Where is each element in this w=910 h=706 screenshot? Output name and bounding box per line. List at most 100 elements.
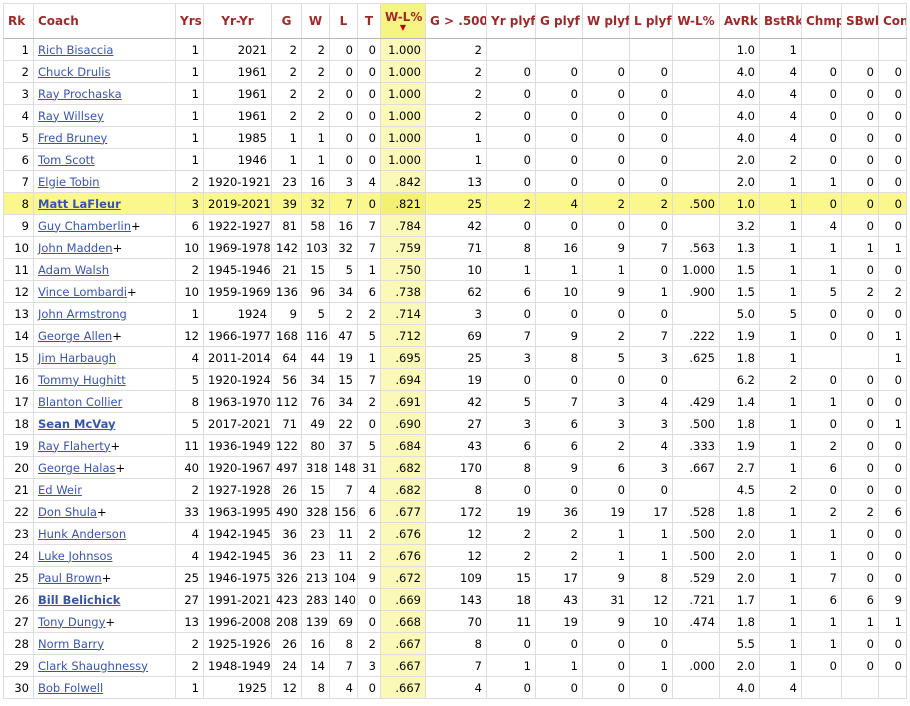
w-plyf-cell: 9: [582, 566, 630, 589]
plyf-wl-pct-cell: .721: [672, 588, 720, 611]
g-plyf-cell: 0: [535, 148, 583, 171]
yr-yr-cell: 1969-1978: [203, 236, 272, 259]
chmp-cell: [801, 346, 842, 369]
coach-link[interactable]: John Armstrong: [38, 307, 127, 321]
l-cell: 7: [329, 654, 358, 677]
col-header-wl-pct[interactable]: W-L% ▼: [380, 3, 426, 39]
coach-link[interactable]: Sean McVay: [38, 417, 115, 431]
sbwl-cell: 0: [841, 60, 879, 83]
coach-link[interactable]: Bob Folwell: [38, 681, 103, 695]
col-header-l-plyf[interactable]: L plyf: [629, 3, 673, 39]
rank-cell: 17: [3, 390, 34, 413]
coach-cell: George Allen+: [33, 324, 176, 347]
w-cell: 23: [301, 522, 330, 545]
plyf-wl-pct-cell: .529: [672, 566, 720, 589]
col-header-avrk[interactable]: AvRk: [719, 3, 760, 39]
l-cell: 7: [329, 192, 358, 215]
coach-link[interactable]: Bill Belichick: [38, 593, 120, 607]
coach-link[interactable]: Ray Willsey: [38, 109, 104, 123]
col-header-yrs[interactable]: Yrs: [175, 3, 204, 39]
col-header-chmp[interactable]: Chmp: [801, 3, 842, 39]
coach-link[interactable]: Luke Johnsos: [38, 549, 113, 563]
bstrk-cell: 4: [759, 60, 802, 83]
col-header-g-plyf[interactable]: G plyf: [535, 3, 583, 39]
coach-link[interactable]: Paul Brown: [38, 571, 102, 585]
col-header-w-plyf[interactable]: W plyf: [582, 3, 630, 39]
yrs-cell: 5: [175, 412, 204, 435]
col-header-sbwl[interactable]: SBwl: [841, 3, 879, 39]
l-plyf-cell: 1: [629, 522, 673, 545]
coach-link[interactable]: Tommy Hughitt: [38, 373, 126, 387]
coach-link[interactable]: Chuck Drulis: [38, 65, 111, 79]
l-cell: 0: [329, 104, 358, 127]
bstrk-cell: 1: [759, 280, 802, 303]
col-header-bstrk[interactable]: BstRk: [759, 3, 802, 39]
coach-link[interactable]: Adam Walsh: [38, 263, 109, 277]
col-header-t[interactable]: T: [357, 3, 381, 39]
conf-cell: 1: [878, 610, 907, 633]
coach-cell: Adam Walsh: [33, 258, 176, 281]
coach-link[interactable]: John Madden: [38, 241, 113, 255]
g-plyf-cell: 0: [535, 302, 583, 325]
g-plyf-cell: 0: [535, 60, 583, 83]
coach-link[interactable]: Tony Dungy: [38, 615, 105, 629]
col-header-conf[interactable]: Conf: [878, 3, 907, 39]
l-plyf-cell: 10: [629, 610, 673, 633]
col-header-yr-yr[interactable]: Yr-Yr: [203, 3, 272, 39]
coach-link[interactable]: Hunk Anderson: [38, 527, 126, 541]
coach-link[interactable]: George Halas: [38, 461, 116, 475]
yr-yr-cell: 1991-2021: [203, 588, 272, 611]
g-over-500-cell: 43: [425, 434, 487, 457]
plyf-wl-pct-cell: .900: [672, 280, 720, 303]
rank-cell: 29: [3, 654, 34, 677]
rank-cell: 22: [3, 500, 34, 523]
coach-link[interactable]: Ray Flaherty: [38, 439, 111, 453]
coach-link[interactable]: Blanton Collier: [38, 395, 122, 409]
g-cell: 12: [271, 676, 302, 699]
wl-pct-cell: .669: [380, 588, 426, 611]
coach-link[interactable]: Norm Barry: [38, 637, 104, 651]
coach-link[interactable]: Ed Weir: [38, 483, 82, 497]
g-plyf-cell: 16: [535, 236, 583, 259]
l-cell: 0: [329, 82, 358, 105]
coach-link[interactable]: Rich Bisaccia: [38, 43, 113, 57]
yr-plyf-cell: 0: [486, 82, 536, 105]
w-plyf-cell: 0: [582, 104, 630, 127]
w-plyf-cell: 31: [582, 588, 630, 611]
yrs-cell: 10: [175, 236, 204, 259]
col-header-coach[interactable]: Coach: [33, 3, 176, 39]
col-header-g[interactable]: G: [271, 3, 302, 39]
coach-link[interactable]: Fred Bruney: [38, 131, 107, 145]
w-plyf-cell: 0: [582, 368, 630, 391]
g-over-500-cell: 170: [425, 456, 487, 479]
sbwl-cell: 0: [841, 324, 879, 347]
coach-link[interactable]: Tom Scott: [38, 153, 95, 167]
coach-link[interactable]: Vince Lombardi: [38, 285, 127, 299]
conf-cell: 0: [878, 456, 907, 479]
coach-link[interactable]: Don Shula: [38, 505, 97, 519]
coach-link[interactable]: Guy Chamberlin: [38, 219, 131, 233]
g-cell: 21: [271, 258, 302, 281]
plyf-wl-pct-cell: .500: [672, 522, 720, 545]
col-header-l[interactable]: L: [329, 3, 358, 39]
l-plyf-cell: 0: [629, 214, 673, 237]
g-cell: 26: [271, 478, 302, 501]
l-cell: 2: [329, 302, 358, 325]
col-header-g-over-500[interactable]: G > .500: [425, 3, 487, 39]
col-header-plyf-wl-pct[interactable]: W-L%: [672, 3, 720, 39]
coach-link[interactable]: George Allen: [38, 329, 112, 343]
coach-link[interactable]: Jim Harbaugh: [38, 351, 116, 365]
g-over-500-cell: 12: [425, 522, 487, 545]
yrs-cell: 5: [175, 368, 204, 391]
coach-link[interactable]: Ray Prochaska: [38, 87, 122, 101]
coach-link[interactable]: Matt LaFleur: [38, 197, 121, 211]
col-header-rk[interactable]: Rk: [3, 3, 34, 39]
col-header-w[interactable]: W: [301, 3, 330, 39]
g-over-500-cell: 3: [425, 302, 487, 325]
col-header-yr-plyf[interactable]: Yr plyf: [486, 3, 536, 39]
bstrk-cell: 1: [759, 544, 802, 567]
coach-link[interactable]: Clark Shaughnessy: [38, 659, 148, 673]
l-plyf-cell: 0: [629, 60, 673, 83]
w-cell: 116: [301, 324, 330, 347]
coach-link[interactable]: Elgie Tobin: [38, 175, 100, 189]
